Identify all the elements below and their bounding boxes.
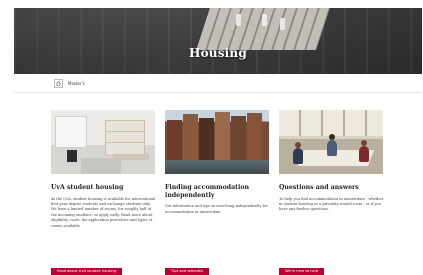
- card-body: To help you find accommodation in Amster…: [279, 196, 384, 212]
- card-independent-accommodation: Finding accommodation independently Get …: [165, 110, 271, 275]
- card-title: Questions and answers: [279, 184, 359, 191]
- card-uva-housing: UvA student housing At the UvA, student …: [51, 110, 157, 275]
- card-photo-student-room: [51, 110, 155, 174]
- card-title: Finding accommodation independently: [165, 184, 249, 199]
- hero-banner: Housing: [14, 8, 422, 74]
- hero-glass-image: [236, 14, 241, 26]
- card-body: Get information and tips on searching in…: [165, 204, 268, 214]
- divider: [14, 92, 422, 93]
- card-photo-canal-houses: [165, 110, 269, 174]
- card-body: At the UvA, student housing is available…: [51, 196, 156, 228]
- card-photo-meeting: [279, 110, 383, 174]
- hero-shadow: [14, 8, 174, 74]
- card-questions: Questions and answers To help you find a…: [279, 110, 385, 275]
- home-icon[interactable]: [54, 78, 63, 88]
- hero-glass-image: [280, 18, 285, 30]
- card-title: UvA student housing: [51, 184, 124, 191]
- page-title: Housing: [189, 46, 247, 60]
- hero-glass-image: [262, 14, 267, 26]
- breadcrumb: Master's: [54, 77, 85, 89]
- breadcrumb-item-current[interactable]: Master's: [68, 81, 85, 86]
